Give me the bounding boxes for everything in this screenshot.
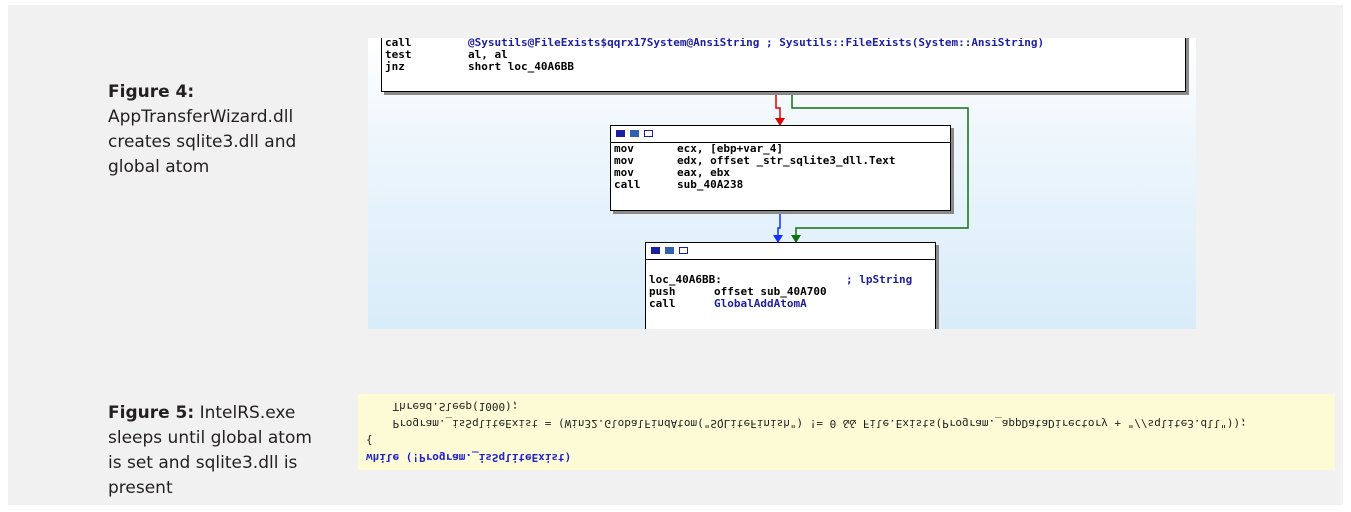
code-block-3[interactable]: loc_40A6BB:; lpString push offset sub_40A…	[645, 242, 936, 329]
figure-4-text: AppTransferWizard.dll creates sqlite3.dl…	[108, 107, 297, 177]
window-icon	[644, 130, 653, 137]
code-line: Thread.Sleep(1000);	[366, 400, 519, 413]
figure-5-caption: Figure 5: IntelRS.exe sleeps until globa…	[108, 401, 320, 501]
figure-4-caption: Figure 4: AppTransferWizard.dll creates …	[108, 80, 340, 180]
edge-false	[775, 90, 781, 120]
code-block-1[interactable]: call @Sysutils@FileExists$qqrx17System@An…	[381, 38, 1186, 92]
edit-icon	[630, 130, 639, 137]
asm-row: mov eax, ebx	[614, 166, 730, 179]
graph-icon	[651, 247, 660, 254]
block-header	[646, 243, 935, 260]
asm-row: mov edx, offset _str_sqlite3_dll.Text	[614, 154, 896, 167]
block-header	[611, 126, 950, 143]
code-block-2[interactable]: mov ecx, [ebp+var_4] mov edx, offset _str_…	[610, 125, 951, 211]
window-icon	[679, 247, 688, 254]
code-line: {	[366, 434, 373, 447]
asm-row: call GlobalAddAtomA	[649, 297, 807, 310]
figure-4-label: Figure 4:	[108, 82, 195, 102]
asm-row: call sub_40A238	[614, 178, 744, 191]
code-snippet: while (!Program._isSqliteExist) { Progra…	[358, 394, 1335, 470]
figure-5-label: Figure 5:	[108, 403, 195, 423]
code-line: while (!Program._isSqliteExist)	[366, 451, 572, 464]
code-line: Program._isSqliteExist = (Win32.GlobalFi…	[366, 417, 1247, 430]
asm-row: jnz short loc_40A6BB	[385, 60, 574, 73]
ida-graph-view: call @Sysutils@FileExists$qqrx17System@An…	[368, 38, 1196, 329]
edge-flow	[777, 212, 781, 237]
graph-icon	[616, 130, 625, 137]
edit-icon	[665, 247, 674, 254]
